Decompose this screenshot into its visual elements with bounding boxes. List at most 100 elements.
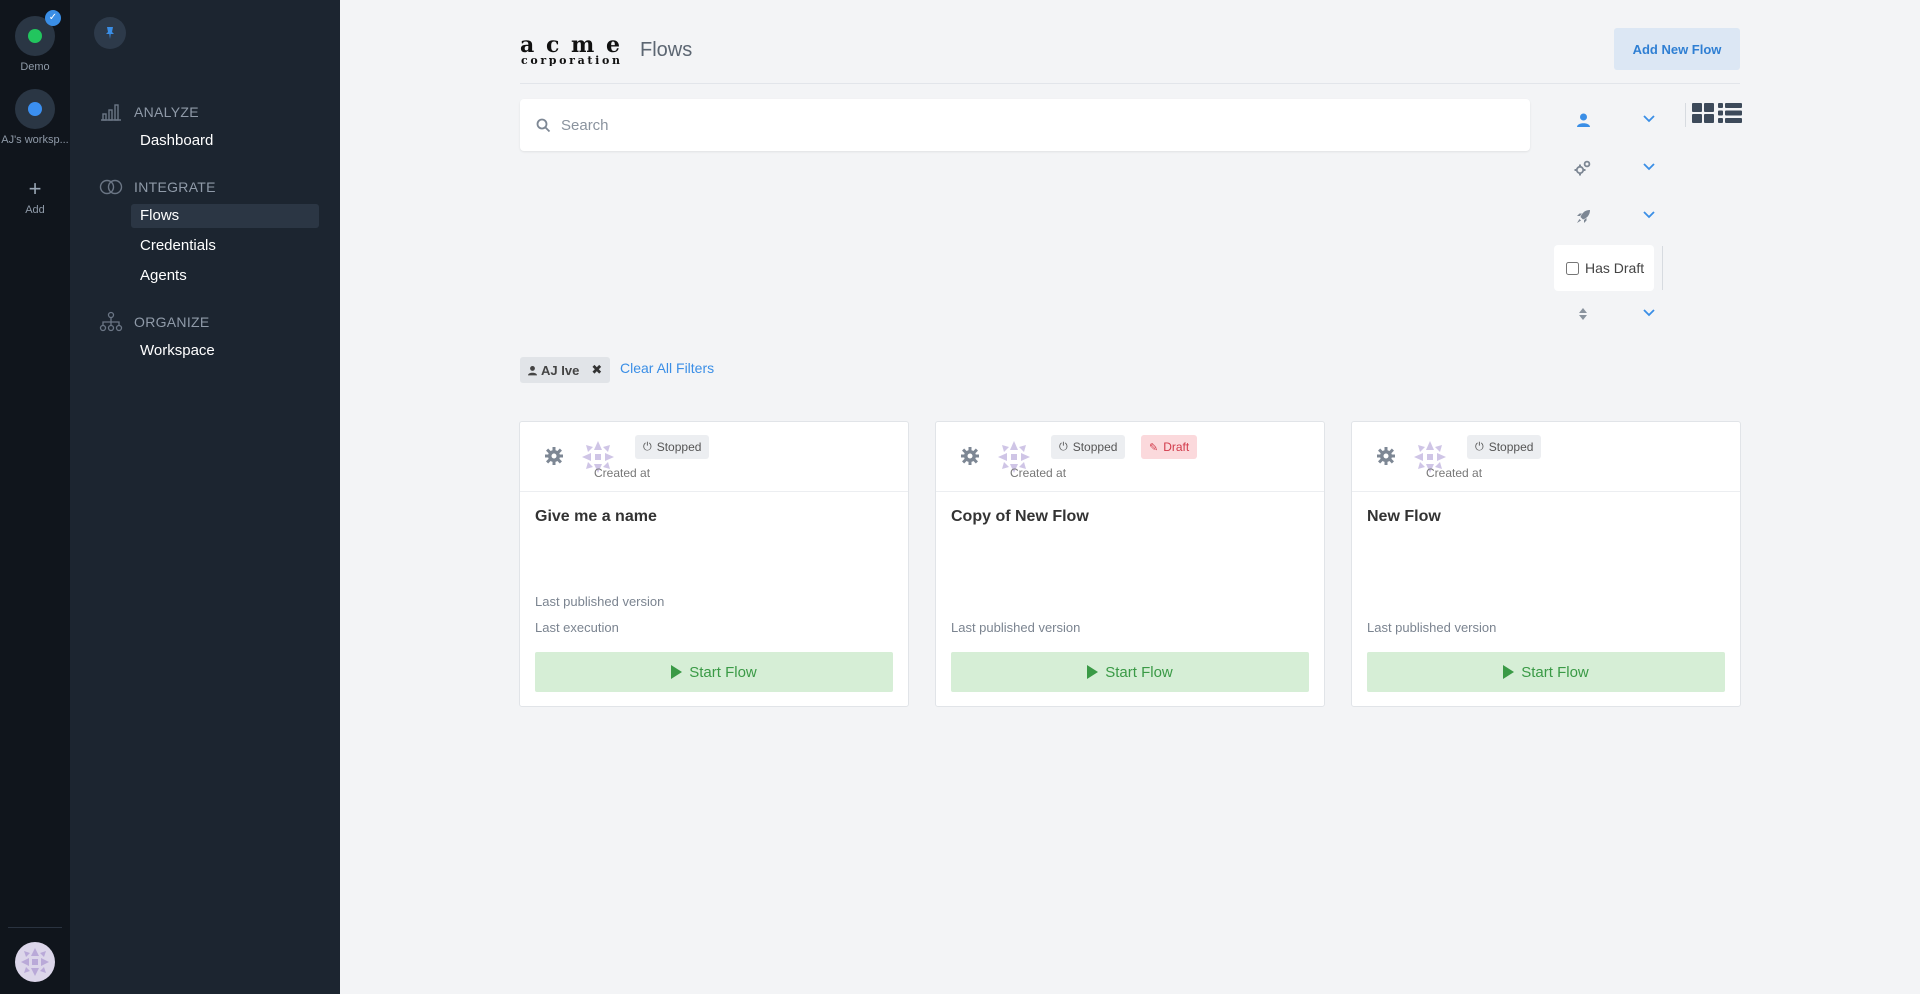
settings-gear-icon[interactable]: [1376, 446, 1396, 466]
sidebar-item-credentials[interactable]: Credentials: [131, 234, 319, 258]
bar-chart-icon: [98, 101, 124, 123]
workspace-label: AJ's worksp...: [1, 134, 69, 146]
main-content: acme corporation Flows Add New Flow Has …: [340, 0, 1920, 994]
view-toggle: [1692, 103, 1742, 128]
flow-title[interactable]: Copy of New Flow: [951, 508, 1089, 526]
workspace-avatar: ✓: [15, 10, 61, 56]
status-text: Stopped: [656, 440, 702, 454]
user-icon: [528, 365, 537, 375]
plus-icon: +: [28, 176, 42, 201]
list-view-icon[interactable]: [1718, 103, 1742, 128]
last-published-label: Last published version: [951, 620, 1081, 635]
flow-card[interactable]: ⏻ Stopped Created at Give me a name Last…: [519, 421, 909, 707]
rings-icon: [98, 176, 124, 198]
pin-button[interactable]: [94, 17, 126, 49]
org-chart-icon: [98, 311, 124, 333]
rocket-icon: [1574, 207, 1592, 225]
sidebar-item-workspace[interactable]: Workspace: [131, 339, 319, 363]
filter-status[interactable]: [1562, 203, 1682, 229]
add-workspace-button[interactable]: + Add: [0, 176, 70, 217]
start-flow-button[interactable]: Start Flow: [535, 652, 893, 692]
pin-icon: [106, 27, 114, 39]
flow-title[interactable]: New Flow: [1367, 508, 1441, 526]
card-header: ⏻ Stopped ✎ Draft Created at: [936, 422, 1324, 492]
grid-view-icon[interactable]: [1692, 103, 1714, 128]
flow-card[interactable]: ⏻ Stopped Created at New Flow Last publi…: [1351, 421, 1741, 707]
last-execution-label: Last execution: [535, 620, 619, 635]
sidebar-item-agents[interactable]: Agents: [131, 264, 319, 288]
view-divider: [1685, 103, 1686, 127]
start-flow-button[interactable]: Start Flow: [1367, 652, 1725, 692]
settings-gear-icon[interactable]: [960, 446, 980, 466]
chevron-down-icon: [1643, 115, 1655, 123]
draft-badge: ✎ Draft: [1141, 435, 1198, 459]
start-flow-label: Start Flow: [1105, 663, 1173, 681]
workspace-aj[interactable]: AJ's worksp...: [0, 89, 70, 146]
user-avatar[interactable]: [15, 942, 55, 982]
search-bar: [520, 99, 1530, 151]
nav-section-analyze: ANALYZE Dashboard: [70, 101, 340, 153]
nav-section-title: ANALYZE: [134, 104, 199, 120]
sidebar-item-flows[interactable]: Flows: [131, 204, 319, 228]
svg-text:corporation: corporation: [521, 54, 620, 66]
clear-all-filters-link[interactable]: Clear All Filters: [620, 360, 714, 376]
add-new-flow-button[interactable]: Add New Flow: [1614, 28, 1740, 70]
last-published-label: Last published version: [1367, 620, 1497, 635]
has-draft-checkbox[interactable]: [1566, 261, 1579, 275]
status-text: Stopped: [1072, 440, 1118, 454]
pencil-icon: ✎: [1149, 441, 1159, 454]
page-title: Flows: [640, 39, 693, 61]
chevron-down-icon: [1643, 211, 1655, 219]
filter-type[interactable]: [1562, 155, 1682, 181]
workspace-demo[interactable]: ✓ Demo: [0, 10, 70, 73]
flow-title[interactable]: Give me a name: [535, 508, 657, 526]
flow-card[interactable]: ⏻ Stopped ✎ Draft Created at Copy of New…: [935, 421, 1325, 707]
company-logo: acme corporation: [520, 32, 622, 67]
card-header: ⏻ Stopped Created at: [1352, 422, 1740, 492]
has-draft-label: Has Draft: [1585, 260, 1645, 276]
play-icon: [671, 665, 683, 679]
chevron-down-icon: [1643, 163, 1655, 171]
gears-icon: [1574, 159, 1592, 177]
chip-label: AJ Ive: [541, 362, 580, 378]
status-badge: ⏻ Stopped: [635, 435, 710, 459]
settings-gear-icon[interactable]: [544, 446, 564, 466]
created-at-label: Created at: [594, 466, 651, 480]
remove-filter-icon[interactable]: ✖: [591, 362, 602, 378]
power-icon: ⏻: [1059, 440, 1068, 453]
header-divider: [520, 83, 1740, 84]
check-icon: ✓: [45, 10, 61, 26]
start-flow-button[interactable]: Start Flow: [951, 652, 1309, 692]
nav-section-integrate: INTEGRATE Flows Credentials Agents: [70, 176, 340, 288]
created-at-label: Created at: [1426, 466, 1483, 480]
add-label: Add: [25, 204, 45, 216]
status-badge: ⏻ Stopped: [1467, 435, 1542, 459]
nav-section-title: ORGANIZE: [134, 314, 210, 330]
filter-divider: [1662, 246, 1663, 290]
workspace-rail: ✓ Demo AJ's worksp... + Add: [0, 0, 70, 994]
draft-text: Draft: [1163, 440, 1190, 454]
user-icon: [1574, 111, 1592, 129]
play-icon: [1503, 665, 1515, 679]
sidebar: ANALYZE Dashboard INTEGRATE Flows Creden…: [70, 0, 340, 994]
chevron-down-icon: [1643, 309, 1655, 317]
search-icon: [535, 117, 551, 133]
status-badge: ⏻ Stopped: [1051, 435, 1126, 459]
sort-control[interactable]: [1562, 301, 1682, 327]
start-flow-label: Start Flow: [1521, 663, 1589, 681]
status-text: Stopped: [1488, 440, 1534, 454]
sidebar-item-dashboard[interactable]: Dashboard: [131, 129, 319, 153]
nav-section-title: INTEGRATE: [134, 179, 216, 195]
search-input[interactable]: [561, 116, 1461, 134]
power-icon: ⏻: [643, 440, 652, 453]
workspace-avatar: [15, 89, 55, 129]
power-icon: ⏻: [1475, 440, 1484, 453]
rail-divider: [8, 927, 62, 928]
has-draft-filter[interactable]: Has Draft: [1554, 245, 1654, 291]
workspace-label: Demo: [20, 61, 50, 73]
active-filter-chip: AJ Ive ✖: [520, 357, 611, 383]
workspace-status-dot: [28, 29, 42, 43]
filter-owner[interactable]: [1562, 107, 1682, 133]
play-icon: [1087, 665, 1099, 679]
card-header: ⏻ Stopped Created at: [520, 422, 908, 492]
